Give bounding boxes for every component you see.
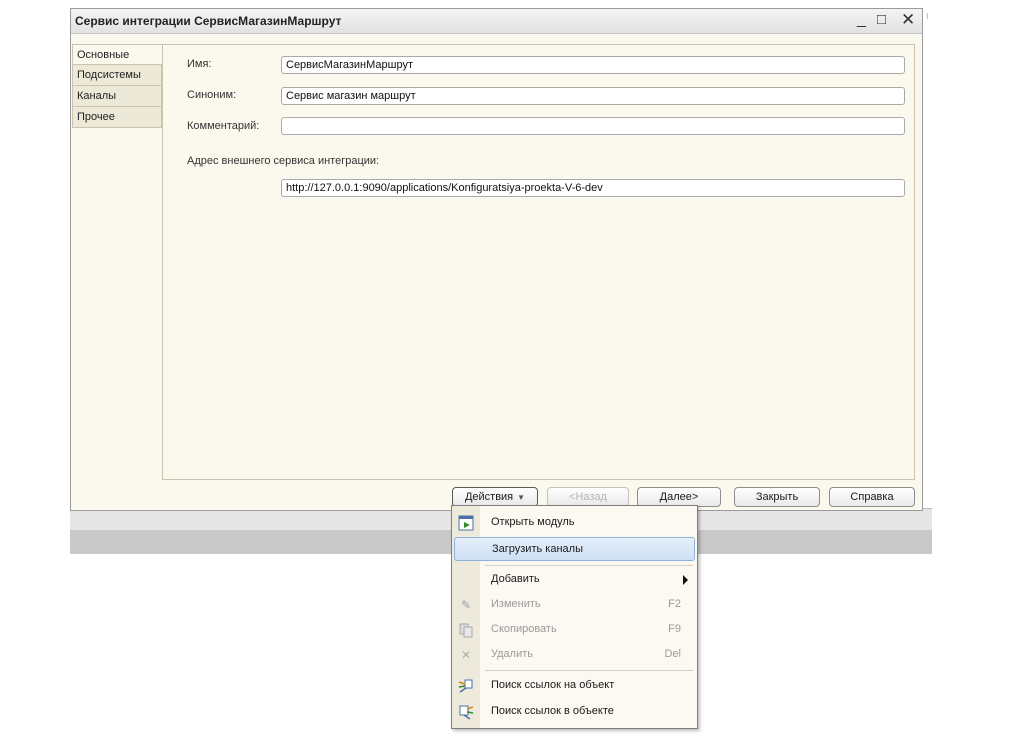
tab-main[interactable]: Основные (72, 44, 162, 65)
menu-item-label: Скопировать (491, 623, 557, 635)
menu-item-label: Поиск ссылок в объекте (491, 705, 614, 717)
delete-icon: ✕ (460, 648, 472, 662)
side-marker-icon: ⁝ (926, 12, 929, 21)
menu-item-label: Открыть модуль (491, 516, 575, 528)
name-label: Имя: (187, 58, 212, 70)
menu-item-find-refs-in[interactable]: Поиск ссылок в объекте (452, 700, 697, 724)
minimize-icon[interactable]: _ (857, 11, 866, 29)
actions-menu: Открыть модуль Загрузить каналы Добавить… (451, 505, 698, 729)
tab-subsystems[interactable]: Подсистемы (72, 65, 162, 86)
shortcut-label: F2 (668, 598, 681, 610)
tab-channels[interactable]: Каналы (72, 86, 162, 107)
actions-button[interactable]: Действия ▼ (452, 487, 538, 507)
menu-item-label: Поиск ссылок на объект (491, 679, 615, 691)
tab-other[interactable]: Прочее (72, 107, 162, 128)
address-label: Адрес внешнего сервиса интеграции: (187, 155, 380, 167)
menu-item-load-channels[interactable]: Загрузить каналы (454, 537, 695, 561)
window-title: Сервис интеграции СервисМагазинМаршрут (75, 14, 342, 28)
submenu-arrow-icon (683, 575, 688, 585)
synonym-label: Синоним: (187, 89, 237, 101)
menu-separator (485, 670, 693, 671)
help-button[interactable]: Справка (829, 487, 915, 507)
menu-item-label: Изменить (491, 598, 541, 610)
name-field[interactable]: СервисМагазинМаршрут (281, 56, 905, 74)
comment-field[interactable] (281, 117, 905, 135)
menu-item-add[interactable]: Добавить (452, 568, 697, 592)
synonym-field[interactable]: Сервис магазин маршрут (281, 87, 905, 105)
actions-button-label: Действия (464, 491, 514, 503)
module-icon (458, 515, 474, 531)
menu-item-edit[interactable]: ✎ Изменить F2 (452, 593, 697, 617)
shortcut-label: F9 (668, 623, 681, 635)
menu-item-label: Удалить (491, 648, 533, 660)
tab-list: Основные Подсистемы Каналы Прочее (72, 44, 162, 128)
chevron-down-icon: ▼ (517, 493, 526, 502)
menu-item-open-module[interactable]: Открыть модуль (452, 511, 697, 535)
find-references-in-icon (458, 704, 474, 720)
shortcut-label: Del (664, 648, 681, 660)
integration-service-window: Сервис интеграции СервисМагазинМаршрут _… (70, 8, 923, 511)
menu-item-copy[interactable]: Скопировать F9 (452, 618, 697, 642)
main-panel (162, 44, 915, 480)
menu-item-find-refs-to[interactable]: Поиск ссылок на объект (452, 674, 697, 698)
next-button[interactable]: Далее> (637, 487, 721, 507)
menu-item-label: Добавить (491, 573, 540, 585)
title-bar[interactable]: Сервис интеграции СервисМагазинМаршрут _… (71, 9, 922, 34)
close-icon[interactable]: ✕ (901, 11, 915, 29)
menu-item-label: Загрузить каналы (492, 543, 583, 555)
find-references-to-icon (458, 678, 474, 694)
address-field[interactable]: http://127.0.0.1:9090/applications/Konfi… (281, 179, 905, 197)
back-button[interactable]: <Назад (547, 487, 629, 507)
comment-label: Комментарий: (187, 120, 260, 132)
copy-icon (458, 622, 474, 638)
menu-separator (485, 565, 693, 566)
maximize-icon[interactable]: □ (877, 11, 886, 29)
menu-item-delete[interactable]: ✕ Удалить Del (452, 643, 697, 667)
close-button[interactable]: Закрыть (734, 487, 820, 507)
pencil-icon: ✎ (460, 598, 472, 612)
